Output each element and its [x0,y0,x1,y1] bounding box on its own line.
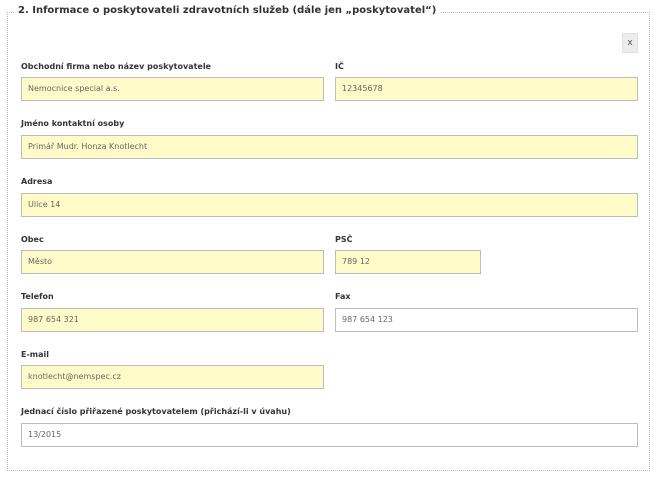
close-button[interactable]: x [622,33,638,53]
city-input[interactable]: Město [21,250,324,274]
ic-input[interactable]: 12345678 [335,77,638,101]
email-input[interactable]: knotlecht@nemspec.cz [21,365,324,389]
fax-input[interactable]: 987 654 123 [335,308,638,332]
contact-input[interactable]: Primář Mudr. Honza Knotlecht [21,135,638,159]
contact-label: Jméno kontaktní osoby [21,119,125,128]
psc-input[interactable]: 789 12 [335,250,481,274]
address-label: Adresa [21,177,53,186]
ref-number-label: Jednací číslo přiřazené poskytovatelem (… [21,407,291,416]
fax-label: Fax [335,292,351,301]
ref-number-input[interactable]: 13/2015 [21,423,638,447]
phone-input[interactable]: 987 654 321 [21,308,324,332]
phone-label: Telefon [21,292,54,301]
section-title: 2. Informace o poskytovateli zdravotních… [14,5,441,16]
company-input[interactable]: Nemocnice special a.s. [21,77,324,101]
address-input[interactable]: Ulice 14 [21,193,638,217]
company-label: Obchodní firma nebo název poskytovatele [21,62,211,71]
ic-label: IČ [335,62,344,71]
email-label: E-mail [21,350,50,359]
city-label: Obec [21,235,44,244]
psc-label: PSČ [335,235,353,244]
